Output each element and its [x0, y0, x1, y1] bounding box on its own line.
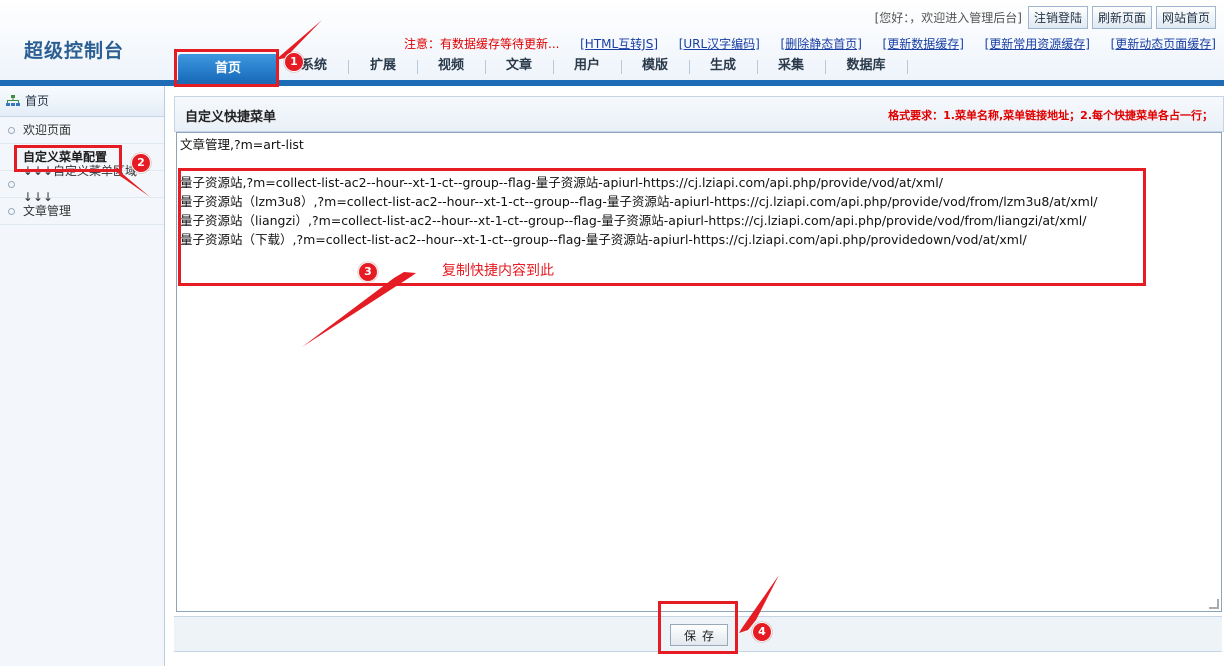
- tab-article[interactable]: 文章: [486, 52, 552, 80]
- bullet-icon: [8, 180, 15, 188]
- textarea-line: 文章管理,?m=art-list: [180, 137, 304, 152]
- step-badge-3: 3: [358, 262, 378, 282]
- welcome-text: [您好：，欢迎进入管理后台]: [874, 11, 1022, 25]
- textarea-line: 量子资源站,?m=collect-list-ac2--hour--xt-1-ct…: [180, 175, 943, 190]
- textarea-line: 量子资源站（lzm3u8）,?m=collect-list-ac2--hour-…: [180, 194, 1098, 209]
- textarea-line: 量子资源站（liangzi）,?m=collect-list-ac2--hour…: [180, 213, 1087, 228]
- step-badge-4: 4: [752, 622, 772, 642]
- header: 超级控制台 [您好：，欢迎进入管理后台] 注销登陆 刷新页面 网站首页 注意：有…: [0, 0, 1224, 84]
- sidebar: 首页 欢迎页面 自定义菜单配置 ↓↓↓自定义菜单区域↓↓↓ 文章管理: [0, 86, 165, 666]
- link-delete-static-home[interactable]: [删除静态首页]: [781, 35, 862, 52]
- sidebar-item-label: 文章管理: [23, 204, 72, 218]
- tab-extend[interactable]: 扩展: [350, 52, 416, 80]
- main-nav: 首页 系统 扩展 视频 文章 用户 模版 生成 采集 数据库: [0, 52, 1224, 84]
- header-stripe: [0, 80, 1224, 86]
- sitemap-icon: [6, 95, 20, 106]
- tab-generate[interactable]: 生成: [690, 52, 756, 80]
- tab-user[interactable]: 用户: [554, 52, 620, 80]
- nav-divider: [348, 60, 349, 74]
- sidebar-item-label: 欢迎页面: [23, 123, 72, 137]
- link-update-data-cache[interactable]: [更新数据缓存]: [883, 35, 964, 52]
- button-bar: 保存: [174, 616, 1222, 652]
- link-url-encode[interactable]: [URL汉字编码]: [679, 35, 760, 52]
- bullet-icon: [8, 207, 15, 215]
- bullet-icon: [8, 126, 15, 134]
- tab-template[interactable]: 模版: [622, 52, 688, 80]
- copy-hint-text: 复制快捷内容到此: [442, 263, 554, 279]
- step-badge-1: 1: [284, 52, 304, 72]
- format-note: 格式要求：1.菜单名称,菜单链接地址；2.每个快捷菜单各占一行；: [888, 109, 1213, 122]
- cache-notice: 注意：有数据缓存等待更新...: [404, 37, 560, 51]
- link-update-dynamic-cache[interactable]: [更新动态页面缓存]: [1111, 35, 1216, 52]
- main-panel: 自定义快捷菜单 格式要求：1.菜单名称,菜单链接地址；2.每个快捷菜单各占一行；…: [174, 96, 1224, 666]
- sidebar-header[interactable]: 首页: [0, 86, 164, 117]
- tab-video[interactable]: 视频: [418, 52, 484, 80]
- save-button[interactable]: 保存: [670, 624, 728, 646]
- sidebar-title: 首页: [25, 94, 50, 108]
- sidebar-item-custom-area[interactable]: ↓↓↓自定义菜单区域↓↓↓: [0, 164, 164, 204]
- tab-collect[interactable]: 采集: [758, 52, 824, 80]
- textarea-line: [180, 154, 1218, 173]
- refresh-button[interactable]: 刷新页面: [1091, 6, 1152, 29]
- step-badge-2: 2: [131, 153, 151, 173]
- quick-link-row: 注意：有数据缓存等待更新... [HTML互转JS] [URL汉字编码] [删除…: [404, 35, 1216, 52]
- top-bar: [您好：，欢迎进入管理后台] 注销登陆 刷新页面 网站首页: [875, 6, 1216, 29]
- tab-database[interactable]: 数据库: [826, 52, 906, 80]
- link-html-js[interactable]: [HTML互转JS]: [580, 35, 658, 52]
- resize-handle-icon[interactable]: [1209, 599, 1219, 609]
- textarea-line: 量子资源站（下载）,?m=collect-list-ac2--hour--xt-…: [180, 232, 1027, 247]
- site-home-button[interactable]: 网站首页: [1155, 6, 1216, 29]
- sidebar-item-welcome[interactable]: 欢迎页面: [0, 117, 164, 144]
- nav-divider: [907, 60, 908, 74]
- panel-header: 自定义快捷菜单 格式要求：1.菜单名称,菜单链接地址；2.每个快捷菜单各占一行；: [174, 96, 1224, 132]
- panel-title: 自定义快捷菜单: [185, 110, 277, 125]
- link-update-resource-cache[interactable]: [更新常用资源缓存]: [985, 35, 1090, 52]
- logout-button[interactable]: 注销登陆: [1027, 6, 1088, 29]
- shortcut-menu-textarea[interactable]: 文章管理,?m=art-list 量子资源站,?m=collect-list-a…: [176, 132, 1222, 612]
